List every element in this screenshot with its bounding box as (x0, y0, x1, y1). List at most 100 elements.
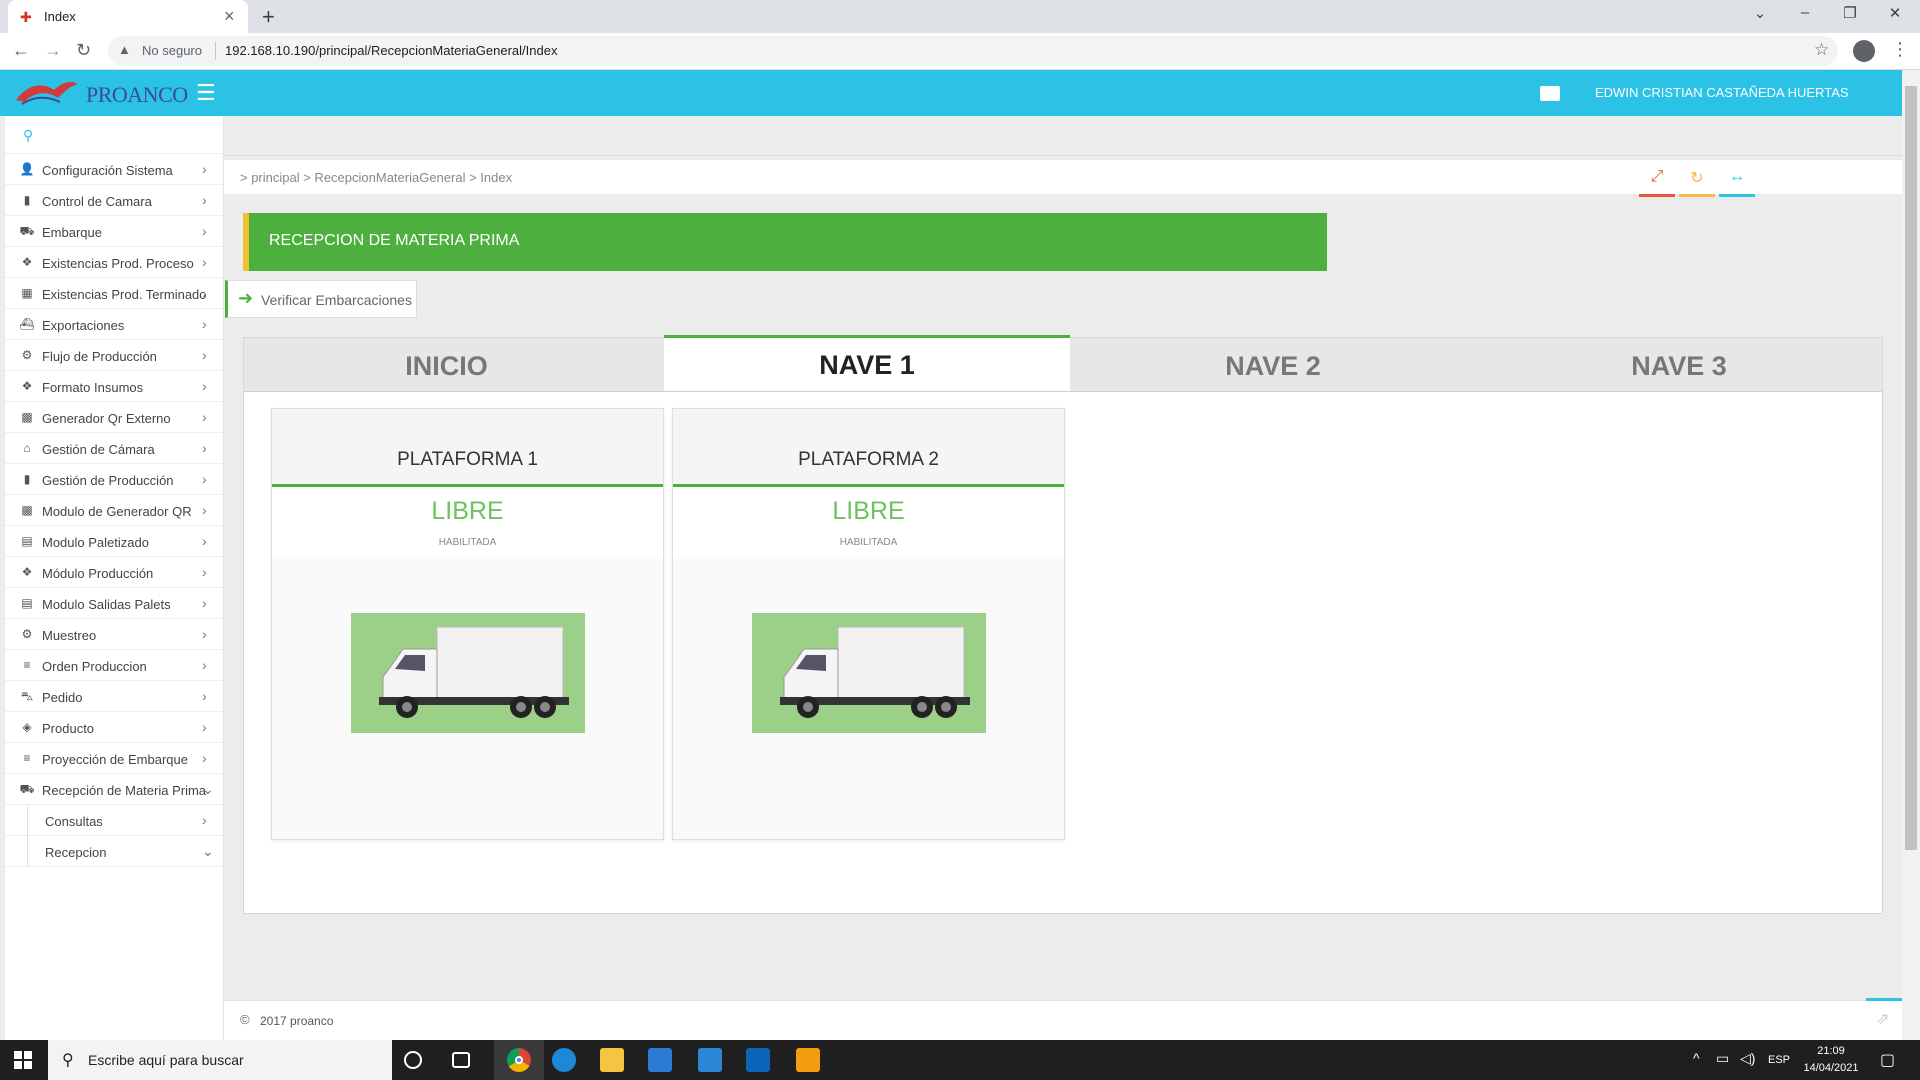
hamburger-menu-icon[interactable]: ☰ (196, 80, 216, 106)
external-link-icon[interactable]: ⇗ (1876, 1009, 1889, 1029)
tab-search-icon[interactable]: ⌄ (1740, 4, 1780, 22)
minimize-button[interactable]: – (1785, 4, 1825, 21)
sidebar-item[interactable]: ⛍ Pedido › (5, 681, 224, 712)
sidebar-item[interactable]: ⚙ Muestreo › (5, 619, 224, 650)
security-label[interactable]: No seguro (142, 43, 202, 58)
forward-icon[interactable]: → (44, 40, 62, 61)
chevron-right-icon: › (202, 564, 207, 580)
tab-nave-2[interactable]: NAVE 2 (1070, 338, 1476, 392)
verify-shipments-button[interactable]: ➜ Verificar Embarcaciones (225, 280, 417, 318)
store-icon[interactable] (648, 1048, 672, 1072)
close-window-button[interactable]: ✕ (1875, 4, 1915, 22)
sidebar-item[interactable]: ▦ Existencias Prod. Terminado › (5, 278, 224, 309)
sidebar-item[interactable]: ▮ Control de Camara › (5, 185, 224, 216)
task-view-icon[interactable] (452, 1052, 470, 1068)
truck-icon: ⛟ (19, 782, 35, 796)
network-icon[interactable]: ▭ (1716, 1050, 1729, 1067)
notifications-icon[interactable]: ▢ (1880, 1050, 1895, 1070)
browser-tab[interactable]: ✚ Index × (8, 0, 248, 33)
clock-time[interactable]: 21:09 (1806, 1045, 1856, 1057)
mail-icon[interactable] (698, 1048, 722, 1072)
platform-card[interactable]: PLATAFORMA 1 LIBRE HABILITADA (271, 408, 664, 840)
sidebar-item[interactable]: ⛟ Recepción de Materia Prima ⌄ (5, 774, 224, 805)
browser-tab-strip: ✚ Index × + ⌄ – ❐ ✕ (0, 0, 1920, 33)
expand-icon[interactable]: ↔ (1724, 168, 1750, 186)
chat-icon[interactable] (1540, 86, 1560, 101)
sidebar-item[interactable]: ❖ Formato Insumos › (5, 371, 224, 402)
sidebar-item[interactable]: ❖ Existencias Prod. Proceso › (5, 247, 224, 278)
platform-card-header (272, 409, 663, 487)
sidebar-item-label: Modulo Salidas Palets (42, 597, 171, 612)
tab-inicio[interactable]: INICIO (244, 338, 649, 392)
bookmark-star-icon[interactable]: ☆ (1814, 40, 1829, 60)
refresh-icon[interactable]: ↻ (1684, 168, 1710, 188)
sidebar-item-label: Pedido (42, 690, 83, 705)
close-tab-icon[interactable]: × (224, 6, 235, 27)
sidebar-item[interactable]: ◈ Producto › (5, 712, 224, 743)
windows-start-icon[interactable] (14, 1051, 32, 1069)
fullscreen-icon[interactable]: ⤢ (1644, 168, 1670, 186)
browser-menu-icon[interactable]: ⋮ (1891, 39, 1909, 60)
platform-card-body (673, 559, 1064, 839)
footer: © 2017 proanco ⇗ (224, 998, 1902, 1040)
sidebar-item[interactable]: ▤ Modulo Salidas Palets › (5, 588, 224, 619)
reload-icon[interactable]: ↻ (76, 40, 91, 61)
sidebar-subitem[interactable]: Recepcion ⌄ (5, 836, 224, 867)
new-tab-button[interactable]: + (262, 4, 275, 30)
user-name[interactable]: EDWIN CRISTIAN CASTAÑEDA HUERTAS (1595, 85, 1849, 100)
volume-icon[interactable]: ◁) (1740, 1050, 1755, 1067)
sidebar-item[interactable]: ⛟ Embarque › (5, 216, 224, 247)
sidebar-item[interactable]: ≡ Orden Produccion › (5, 650, 224, 681)
sidebar-item[interactable]: ▮ Gestión de Producción › (5, 464, 224, 495)
edge-icon[interactable] (552, 1048, 576, 1072)
sidebar-item[interactable]: ▩ Modulo de Generador QR › (5, 495, 224, 526)
back-icon[interactable]: ← (12, 40, 30, 61)
sidebar-item[interactable]: ▤ Modulo Paletizado › (5, 526, 224, 557)
sidebar-subitem[interactable]: Consultas › (5, 805, 224, 836)
platform-status: LIBRE (431, 497, 504, 525)
platform-card[interactable]: PLATAFORMA 2 LIBRE HABILITADA (672, 408, 1065, 840)
calendar-icon: ▤ (21, 534, 33, 548)
language-indicator[interactable]: ESP (1768, 1054, 1790, 1066)
logo-bird-icon (16, 82, 78, 105)
restore-button[interactable]: ❐ (1830, 4, 1870, 22)
cube-icon: ◈ (22, 720, 32, 734)
sidebar-item[interactable]: ⛴ Exportaciones › (5, 309, 224, 340)
sidebar-item-label: Modulo de Generador QR (42, 504, 192, 519)
outlook-icon[interactable] (746, 1048, 770, 1072)
platform-card-body (272, 559, 663, 839)
sidebar-item[interactable]: ⌂ Gestión de Cámara › (5, 433, 224, 464)
platform-substatus: HABILITADA (839, 537, 898, 548)
copyright-icon: © (240, 1012, 250, 1027)
sublime-text-icon[interactable] (796, 1048, 820, 1072)
tab-nave-1[interactable]: NAVE 1 (664, 335, 1070, 391)
sidebar-item[interactable]: ❖ Módulo Producción › (5, 557, 224, 588)
cortana-icon[interactable] (404, 1051, 422, 1069)
submenu-guide-line (27, 836, 28, 867)
sidebar-item[interactable]: ▩ Generador Qr Externo › (5, 402, 224, 433)
windows-taskbar: ⚲ Escribe aquí para buscar ^ ▭ ◁) ESP 21… (0, 1040, 1920, 1080)
profile-avatar-icon[interactable] (1853, 40, 1875, 62)
chevron-right-icon: › (202, 533, 207, 549)
sidebar-item[interactable]: ⚙ Flujo de Producción › (5, 340, 224, 371)
chevron-right-icon: › (202, 657, 207, 673)
page-title-banner: RECEPCION DE MATERIA PRIMA (243, 213, 1327, 271)
sidebar-search[interactable]: ⚲ (5, 116, 224, 154)
tool-indicator-red (1639, 194, 1675, 197)
scrollbar-thumb[interactable] (1905, 86, 1917, 850)
sidebar-item-label: Proyección de Embarque (42, 752, 188, 767)
url-text[interactable]: 192.168.10.190/principal/RecepcionMateri… (225, 43, 557, 58)
taskbar-search[interactable]: ⚲ Escribe aquí para buscar (48, 1040, 392, 1080)
page-title: RECEPCION DE MATERIA PRIMA (269, 232, 520, 249)
clock-date[interactable]: 14/04/2021 (1800, 1062, 1862, 1074)
file-explorer-icon[interactable] (600, 1048, 624, 1072)
sidebar-item[interactable]: 👤 Configuración Sistema › (5, 154, 224, 185)
tab-nave-3[interactable]: NAVE 3 (1476, 338, 1882, 392)
search-icon[interactable]: ⚲ (23, 127, 33, 144)
warning-icon[interactable]: ▲ (118, 42, 131, 57)
chevron-right-icon: › (202, 750, 207, 766)
sidebar-item[interactable]: ≡ Proyección de Embarque › (5, 743, 224, 774)
breadcrumb[interactable]: > principal > RecepcionMateriaGeneral > … (240, 170, 512, 185)
chrome-taskbar-icon[interactable] (494, 1040, 544, 1080)
tray-chevron-icon[interactable]: ^ (1693, 1050, 1700, 1066)
